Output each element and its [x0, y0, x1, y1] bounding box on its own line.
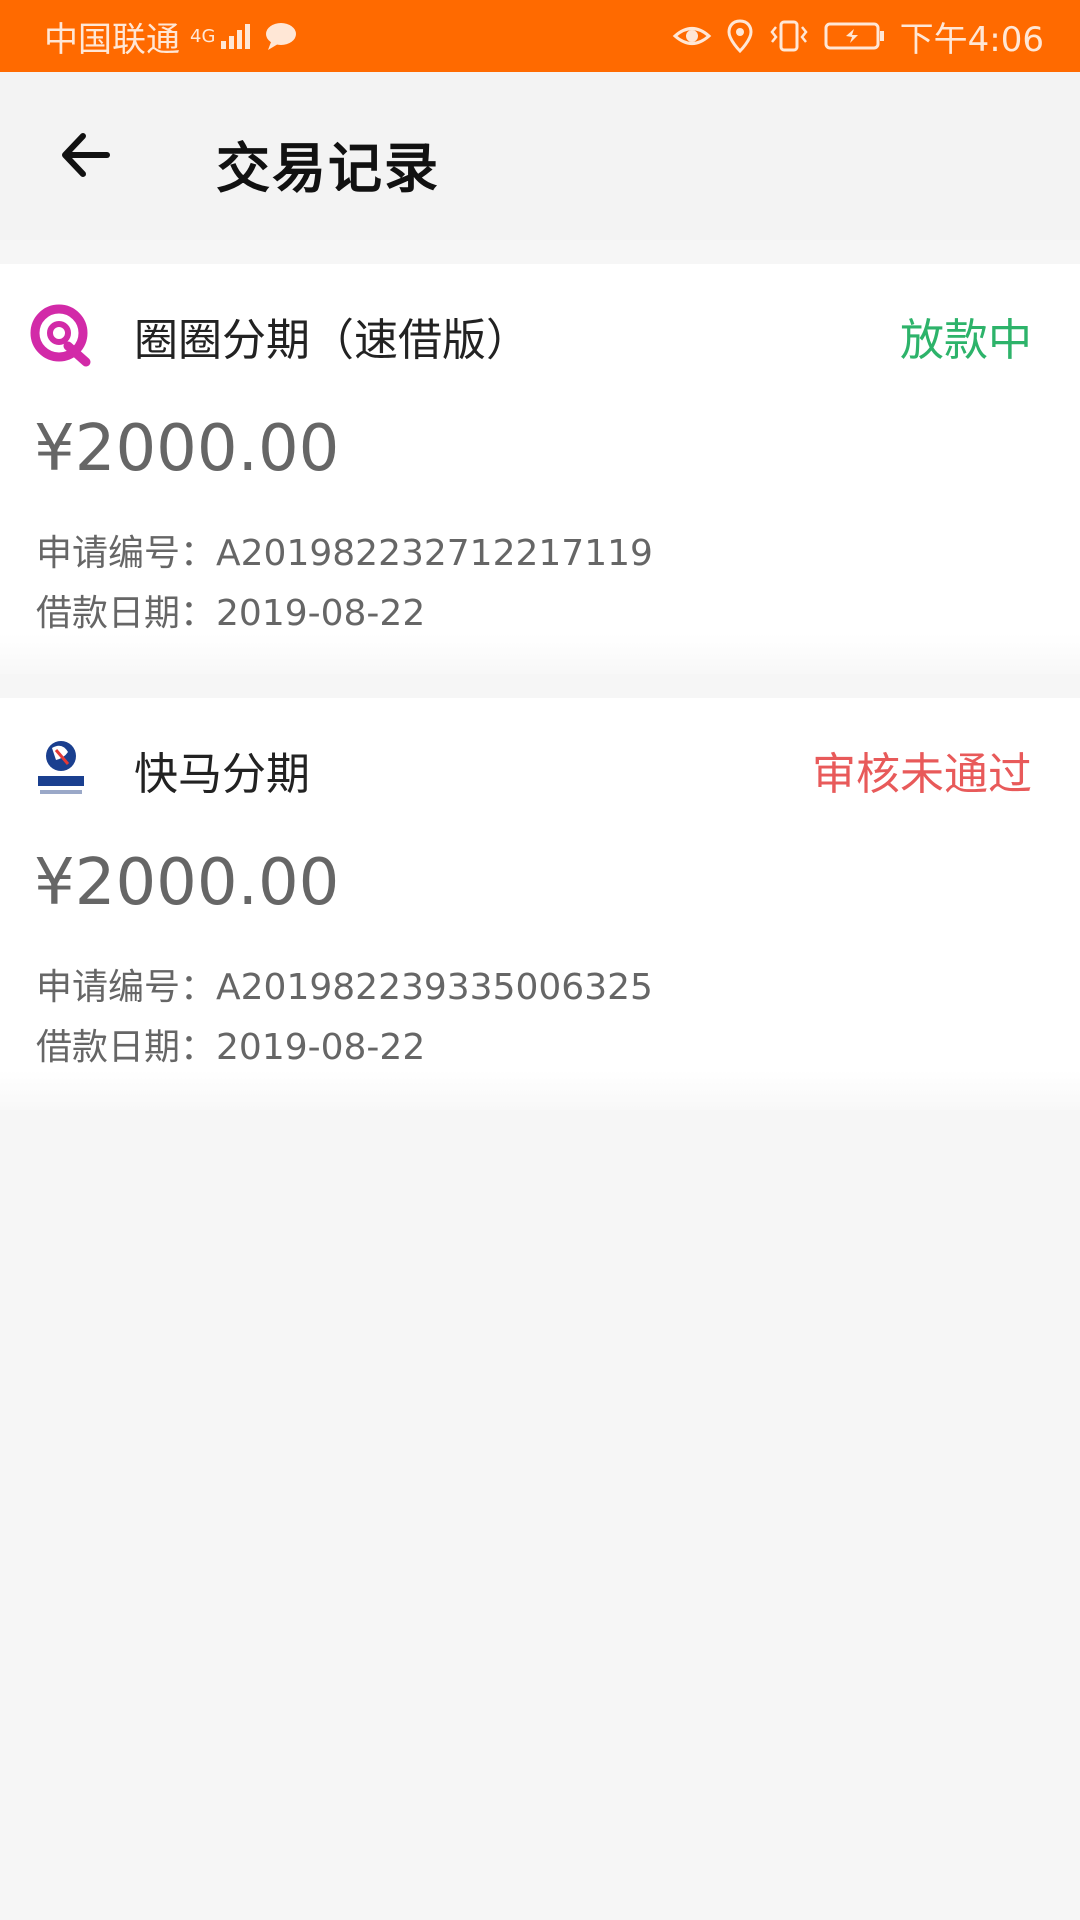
- product-name: 圈圈分期（速借版）: [134, 315, 530, 366]
- kuaima-logo-icon: [28, 736, 94, 802]
- carrier-label: 中国联通: [44, 19, 180, 60]
- application-number: 申请编号：A201982239335006325: [36, 958, 653, 1010]
- eye-icon: [672, 21, 712, 51]
- status-badge: 放款中: [900, 315, 1032, 366]
- date-value: 2019-08-22: [216, 1027, 426, 1068]
- date-label: 借款日期：: [36, 1027, 217, 1068]
- loan-amount: ¥2000.00: [34, 846, 340, 920]
- card-fade: [0, 1070, 1080, 1110]
- app-bar: 交易记录: [0, 72, 1080, 240]
- network-type: 4G: [190, 25, 216, 47]
- back-arrow-icon: [62, 133, 110, 177]
- quanquan-logo-icon: [28, 302, 94, 368]
- record-card[interactable]: 圈圈分期（速借版） 放款中 ¥2000.00 申请编号：A20198223271…: [0, 264, 1080, 674]
- back-button[interactable]: [50, 120, 120, 190]
- application-label: 申请编号：: [36, 533, 217, 574]
- loan-date: 借款日期：2019-08-22: [36, 584, 425, 636]
- application-value: A201982232712217119: [216, 533, 653, 574]
- clock: 下午4:06: [899, 19, 1044, 60]
- product-name: 快马分期: [134, 749, 310, 800]
- battery-icon: [824, 21, 886, 51]
- loan-amount: ¥2000.00: [34, 412, 340, 486]
- page-title: 交易记录: [216, 137, 440, 200]
- location-icon: [726, 19, 754, 53]
- date-value: 2019-08-22: [216, 593, 426, 634]
- message-icon: [263, 20, 299, 52]
- loan-date: 借款日期：2019-08-22: [36, 1018, 425, 1070]
- vibrate-icon: [768, 19, 810, 53]
- status-right: 下午4:06: [672, 0, 1044, 72]
- application-value: A201982239335006325: [216, 967, 653, 1008]
- card-fade: [0, 634, 1080, 674]
- status-left: 中国联通 4G: [44, 0, 299, 72]
- application-number: 申请编号：A201982232712217119: [36, 524, 653, 576]
- signal-icon: 4G: [190, 21, 253, 51]
- status-bar: 中国联通 4G 下午4:06: [0, 0, 1080, 72]
- date-label: 借款日期：: [36, 593, 217, 634]
- status-badge: 审核未通过: [812, 749, 1032, 800]
- application-label: 申请编号：: [36, 967, 217, 1008]
- record-card[interactable]: 快马分期 审核未通过 ¥2000.00 申请编号：A20198223933500…: [0, 698, 1080, 1110]
